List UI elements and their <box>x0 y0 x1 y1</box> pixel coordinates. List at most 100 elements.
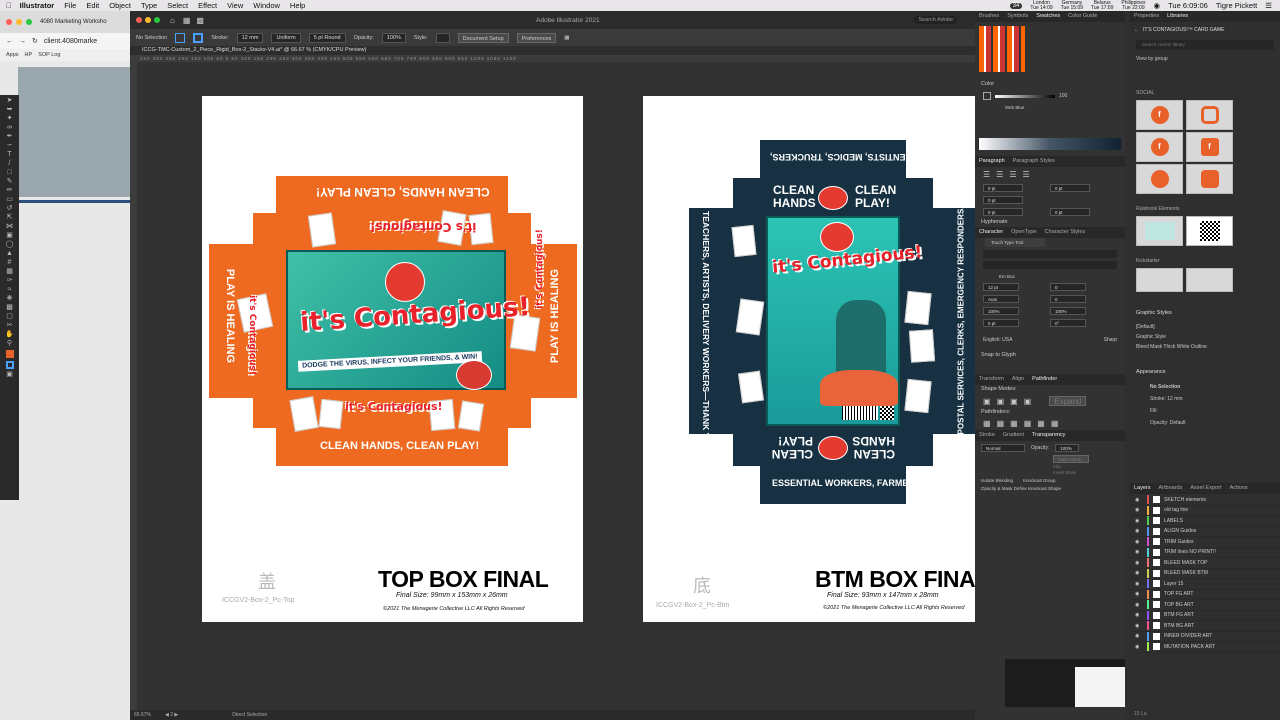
tab-properties[interactable]: Properties <box>1134 11 1159 22</box>
layer-name[interactable]: TRIM Guides <box>1164 539 1193 545</box>
type-tool-icon[interactable]: T <box>5 151 14 158</box>
layer-name[interactable]: LABELS <box>1164 518 1183 524</box>
layer-row[interactable]: ◉ LABELS <box>1130 516 1280 527</box>
menu-help[interactable]: Help <box>290 1 305 10</box>
rotate-tool-icon[interactable]: ↺ <box>5 205 14 212</box>
symbol-sprayer-tool-icon[interactable]: ❋ <box>5 295 14 302</box>
minus-back-icon[interactable]: ▦ <box>1051 419 1059 428</box>
make-mask-button[interactable]: Make Mask <box>1053 455 1089 463</box>
font-size-field[interactable]: 12 pt <box>983 283 1019 291</box>
tab-actions[interactable]: Actions <box>1230 483 1248 494</box>
layer-row[interactable]: ◉ BTM BG ART <box>1130 621 1280 632</box>
unite-icon[interactable]: ▣ <box>983 397 991 406</box>
leading-field[interactable]: 0 <box>1050 283 1086 291</box>
swatches-grid[interactable] <box>979 26 1025 72</box>
eye-icon[interactable]: ◉ <box>1135 591 1143 597</box>
color-slider[interactable] <box>995 94 1055 98</box>
width-tool-icon[interactable]: ⋈ <box>5 223 14 230</box>
control-center-icon[interactable]: ☰ <box>1265 1 1272 10</box>
appearance-opacity-row[interactable]: Opacity: Default <box>1150 417 1186 429</box>
zoom-tool-icon[interactable]: ⚲ <box>5 340 14 347</box>
instagram-asset[interactable] <box>1186 100 1233 130</box>
align-center-icon[interactable]: ☰ <box>996 170 1003 179</box>
layer-row[interactable]: ◉ old tag line <box>1130 505 1280 516</box>
qr-asset[interactable] <box>1186 216 1233 246</box>
group-social[interactable]: SOCIAL <box>1130 89 1154 98</box>
gradient-tool-icon[interactable]: ▦ <box>5 268 14 275</box>
menu-select[interactable]: Select <box>167 1 188 10</box>
style-select[interactable] <box>435 32 450 43</box>
eye-icon[interactable]: ◉ <box>1135 560 1143 566</box>
line-tool-icon[interactable]: / <box>5 160 14 167</box>
eraser-tool-icon[interactable]: ▭ <box>5 196 14 203</box>
layer-name[interactable]: ALIGN Guides <box>1164 528 1196 534</box>
font-style-field[interactable] <box>983 261 1117 269</box>
eye-icon[interactable]: ◉ <box>1135 623 1143 629</box>
wifi-icon[interactable]: ◉ <box>1154 1 1161 10</box>
space-before-field[interactable]: 0 pt <box>983 208 1023 216</box>
menu-object[interactable]: Object <box>109 1 131 10</box>
slice-tool-icon[interactable]: ✂ <box>5 322 14 329</box>
tab-character[interactable]: Character <box>979 227 1003 238</box>
browser-tab[interactable]: 4080 Marketing Worksho <box>40 19 107 25</box>
tracking-field[interactable]: 0 <box>1050 295 1086 303</box>
perspective-tool-icon[interactable]: ▲ <box>5 250 14 257</box>
tab-asset-export[interactable]: Asset Export <box>1190 483 1221 494</box>
justify-icon[interactable]: ☰ <box>1023 170 1030 179</box>
layer-name[interactable]: BTM FG ART <box>1164 612 1194 618</box>
intersect-icon[interactable]: ▣ <box>1010 397 1018 406</box>
magic-wand-tool-icon[interactable]: ✦ <box>5 115 14 122</box>
mesh-tool-icon[interactable]: # <box>5 259 14 266</box>
layer-name[interactable]: old tag line <box>1164 507 1188 513</box>
document-setup-button[interactable]: Document Setup <box>457 32 509 43</box>
layer-row[interactable]: ◉ TRIM Guides <box>1130 537 1280 548</box>
library-search-input[interactable]: Search current library <box>1136 40 1274 50</box>
antialias-select[interactable]: Sharp <box>1104 337 1117 343</box>
kickstarter-asset[interactable] <box>1136 268 1183 292</box>
invert-mask-checkbox[interactable]: Invert Mask <box>1053 470 1125 475</box>
exclude-icon[interactable]: ▣ <box>1024 397 1032 406</box>
outline-icon[interactable]: ▦ <box>1037 419 1045 428</box>
menu-view[interactable]: View <box>227 1 243 10</box>
layer-row[interactable]: ◉ TOP BG ART <box>1130 600 1280 611</box>
free-transform-tool-icon[interactable]: ▣ <box>5 232 14 239</box>
tab-character-styles[interactable]: Character Styles <box>1045 227 1086 238</box>
tab-pathfinder[interactable]: Pathfinder <box>1032 374 1057 385</box>
bookmark-apps[interactable]: Apps <box>6 52 19 58</box>
align-right-icon[interactable]: ☰ <box>1009 170 1016 179</box>
ai-minimize-icon[interactable] <box>145 17 151 23</box>
instagram-asset-3[interactable] <box>1186 164 1233 194</box>
menu-type[interactable]: Type <box>141 1 157 10</box>
layer-name[interactable]: TOP FG ART <box>1164 591 1193 597</box>
graphic-style-1[interactable]: Graphic Style <box>1136 332 1207 342</box>
layer-row[interactable]: ◉ ALIGN Guides <box>1130 526 1280 537</box>
graphic-style-default[interactable]: [Default] <box>1136 322 1207 332</box>
hyphenate-checkbox[interactable]: Hyphenate <box>975 218 1125 227</box>
facebook-asset[interactable]: f <box>1136 100 1183 130</box>
em-box-select[interactable]: Em Box <box>993 272 1125 281</box>
curvature-tool-icon[interactable]: ∽ <box>5 142 14 149</box>
tab-opentype[interactable]: OpenType <box>1011 227 1036 238</box>
eye-icon[interactable]: ◉ <box>1135 581 1143 587</box>
layer-row[interactable]: ◉ Layer 15 <box>1130 579 1280 590</box>
first-line-indent-field[interactable]: 0 pt <box>983 196 1023 204</box>
zoom-icon[interactable] <box>26 19 32 25</box>
color-fill-icon[interactable] <box>983 92 991 100</box>
rulebook-asset[interactable] <box>1136 216 1183 246</box>
address-bar[interactable]: ← → ↻ client.4080marke <box>0 33 130 49</box>
instagram-asset-2[interactable] <box>1136 164 1183 194</box>
arrange-docs-icon[interactable]: ▦ <box>564 35 569 41</box>
pencil-tool-icon[interactable]: ✏ <box>5 187 14 194</box>
color-sliders[interactable]: 100 <box>975 89 1125 103</box>
eye-icon[interactable]: ◉ <box>1135 497 1143 503</box>
facebook-asset-2[interactable]: f <box>1136 132 1183 162</box>
space-after-field[interactable]: 0 pt <box>1050 208 1090 216</box>
artboard-nav[interactable]: ◀ 2 ▶ <box>165 712 178 718</box>
eye-icon[interactable]: ◉ <box>1135 644 1143 650</box>
menu-app[interactable]: Illustrator <box>20 1 55 10</box>
ai-zoom-icon[interactable] <box>154 17 160 23</box>
eye-icon[interactable]: ◉ <box>1135 507 1143 513</box>
rectangle-tool-icon[interactable]: □ <box>5 169 14 176</box>
artboard-tool-icon[interactable]: ▢ <box>5 313 14 320</box>
shape-builder-tool-icon[interactable]: ◯ <box>5 241 14 248</box>
